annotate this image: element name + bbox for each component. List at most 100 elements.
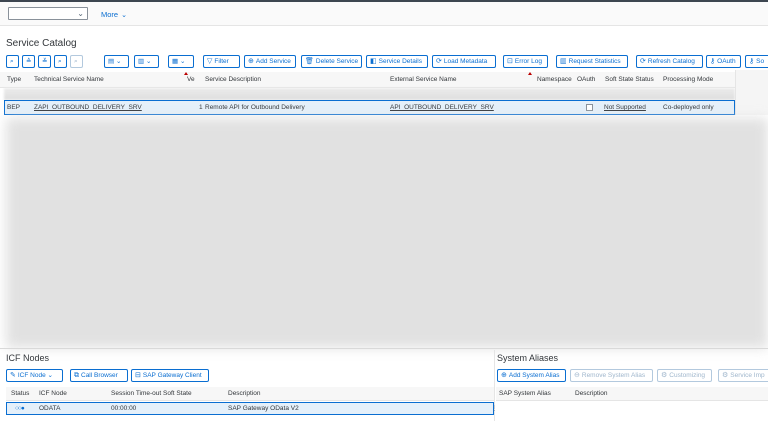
add-system-alias-label: Add System Alias — [508, 372, 560, 379]
bar-chart-icon: ▥ — [560, 58, 567, 65]
col-service-description[interactable]: Service Description — [205, 76, 261, 83]
catalog-toolbar: ⌕ ≙ ≚ ⌕ ⌕ ▤ ⌄ ▥ ⌄ ▦ ⌄ ▽ Filter ⊕ Add Servi… — [6, 55, 768, 69]
col-icf-node[interactable]: ICF Node — [39, 390, 67, 397]
chevron-down-icon: ⌄ — [115, 58, 122, 65]
col-session-timeout[interactable]: Session Time-out Soft State — [111, 390, 192, 397]
error-log-button[interactable]: ⊡ Error Log — [503, 55, 548, 68]
variant-select[interactable]: ⌄ — [8, 7, 88, 20]
delete-service-button[interactable]: 🗑 Delete Service — [301, 55, 362, 68]
col-namespace[interactable]: Namespace — [537, 76, 572, 83]
icf-nodes-title: ICF Nodes — [6, 353, 50, 363]
add-service-button[interactable]: ⊕ Add Service — [244, 55, 296, 68]
add-icon: ⊕ — [248, 58, 254, 65]
trash-icon: 🗑 — [305, 58, 314, 65]
layout-menu-button[interactable]: ▥ ⌄ — [134, 55, 159, 68]
col-external-service-name[interactable]: External Service Name — [390, 76, 456, 83]
row-oauth-checkbox[interactable] — [586, 104, 593, 111]
key-icon: ⚷ — [749, 58, 755, 65]
blurred-content-area — [6, 118, 768, 348]
chevron-down-icon: ⌄ — [145, 58, 152, 65]
call-browser-label: Call Browser — [81, 372, 118, 379]
blurred-row — [4, 88, 735, 100]
search-icon: ⌕ — [10, 58, 14, 65]
system-aliases-title: System Aliases — [497, 353, 559, 363]
sort-desc-button[interactable]: ≚ — [38, 55, 51, 68]
col-version[interactable]: Ve — [187, 76, 195, 83]
row-soft-state-status-link[interactable]: Not Supported — [604, 104, 646, 111]
request-statistics-button[interactable]: ▥ Request Statistics — [556, 55, 628, 68]
layout-icon: ▥ — [138, 58, 145, 65]
system-alias-table-header: SAP System Alias Description — [496, 387, 768, 401]
export-icon: ▤ — [108, 58, 115, 65]
col-description[interactable]: Description — [228, 390, 261, 397]
remove-system-alias-button[interactable]: ⊖ Remove System Alias — [570, 369, 653, 382]
col-sap-system-alias[interactable]: SAP System Alias — [499, 390, 551, 397]
load-metadata-label: Load Metadata — [443, 58, 488, 65]
more-label: More — [101, 10, 119, 19]
search-button[interactable]: ⌕ — [6, 55, 19, 68]
chevron-down-icon: ⌄ — [47, 372, 53, 379]
export-menu-button[interactable]: ▤ ⌄ — [104, 55, 129, 68]
service-details-label: Service Details — [378, 58, 422, 65]
row-description: SAP Gateway OData V2 — [228, 405, 299, 412]
col-oauth[interactable]: OAuth — [577, 76, 595, 83]
view-menu-button[interactable]: ▦ ⌄ — [168, 55, 194, 68]
col-status[interactable]: Status — [11, 390, 29, 397]
col-alias-description[interactable]: Description — [575, 390, 608, 397]
find-icon: ⌕ — [58, 58, 62, 65]
refresh-icon: ⟳ — [436, 58, 442, 65]
section-divider — [0, 348, 768, 349]
table-row[interactable]: ○○● ODATA 00:00:00 SAP Gateway OData V2 … — [6, 402, 498, 415]
col-processing-mode[interactable]: Processing Mode — [663, 76, 713, 83]
row-resize-handle-icon[interactable]: ⋮ — [491, 404, 498, 412]
service-implementation-button[interactable]: ⚙ Service Imp — [718, 369, 768, 382]
remove-icon: ⊖ — [574, 372, 580, 379]
table-row[interactable]: BEP ZAPI_OUTBOUND_DELIVERY_SRV 1 Remote … — [4, 100, 735, 115]
find-next-icon: ⌕ — [74, 58, 78, 65]
customizing-icon: ⚙ — [661, 372, 668, 379]
icf-node-label: ICF Node — [17, 372, 46, 379]
table-view-icon: ▦ — [172, 58, 179, 65]
soft-state-button[interactable]: ⚷ So — [745, 55, 768, 68]
row-external-service-name-link[interactable]: API_OUTBOUND_DELIVERY_SRV — [390, 104, 494, 111]
add-service-label: Add Service — [255, 58, 291, 65]
refresh-catalog-button[interactable]: ⟳ Refresh Catalog — [636, 55, 703, 68]
col-technical-service-name[interactable]: Technical Service Name — [34, 76, 104, 83]
service-catalog-title: Service Catalog — [6, 38, 77, 49]
more-menu-button[interactable]: More ⌄ — [101, 10, 127, 19]
oauth-button[interactable]: ⚷ OAuth — [706, 55, 741, 68]
find-button[interactable]: ⌕ — [54, 55, 67, 68]
icf-table-header: Status ICF Node Session Time-out Soft St… — [6, 387, 494, 401]
sort-indicator-icon — [528, 72, 532, 75]
sort-asc-button[interactable]: ≙ — [22, 55, 35, 68]
sort-ascending-icon: ≙ — [26, 58, 32, 65]
customizing-label: Customizing — [669, 372, 706, 379]
row-technical-service-name-link[interactable]: ZAPI_OUTBOUND_DELIVERY_SRV — [34, 104, 142, 111]
error-log-icon: ⊡ — [507, 58, 513, 65]
icf-node-menu-button[interactable]: ✎ ICF Node ⌄ — [6, 369, 63, 382]
call-browser-button[interactable]: ⧉ Call Browser — [70, 369, 128, 382]
chevron-down-icon: ⌄ — [121, 12, 127, 19]
customizing-button[interactable]: ⚙ Customizing — [657, 369, 712, 382]
row-service-description: Remote API for Outbound Delivery — [205, 104, 305, 111]
so-label: So — [756, 58, 765, 65]
top-bar: ⌄ More ⌄ — [0, 2, 768, 26]
col-soft-state-status[interactable]: Soft State Status — [605, 76, 654, 83]
load-metadata-button[interactable]: ⟳ Load Metadata — [432, 55, 496, 68]
oauth-label: OAuth — [717, 58, 736, 65]
sap-gateway-client-button[interactable]: ⊟ SAP Gateway Client — [131, 369, 209, 382]
gateway-client-icon: ⊟ — [135, 372, 141, 379]
remove-system-alias-label: Remove System Alias — [581, 372, 646, 379]
add-system-alias-button[interactable]: ⊕ Add System Alias — [497, 369, 566, 382]
refresh-catalog-label: Refresh Catalog — [647, 58, 695, 65]
sort-indicator-icon — [184, 72, 188, 75]
table-side-panel — [735, 70, 768, 115]
service-details-button[interactable]: ◧ Service Details — [366, 55, 428, 68]
col-type[interactable]: Type — [7, 76, 21, 83]
row-session-timeout: 00:00:00 — [111, 405, 137, 412]
chevron-down-icon: ⌄ — [179, 58, 186, 65]
find-next-button[interactable]: ⌕ — [70, 55, 83, 68]
add-icon: ⊕ — [501, 372, 507, 379]
chevron-down-icon: ⌄ — [77, 9, 84, 18]
filter-button[interactable]: ▽ Filter — [203, 55, 240, 68]
